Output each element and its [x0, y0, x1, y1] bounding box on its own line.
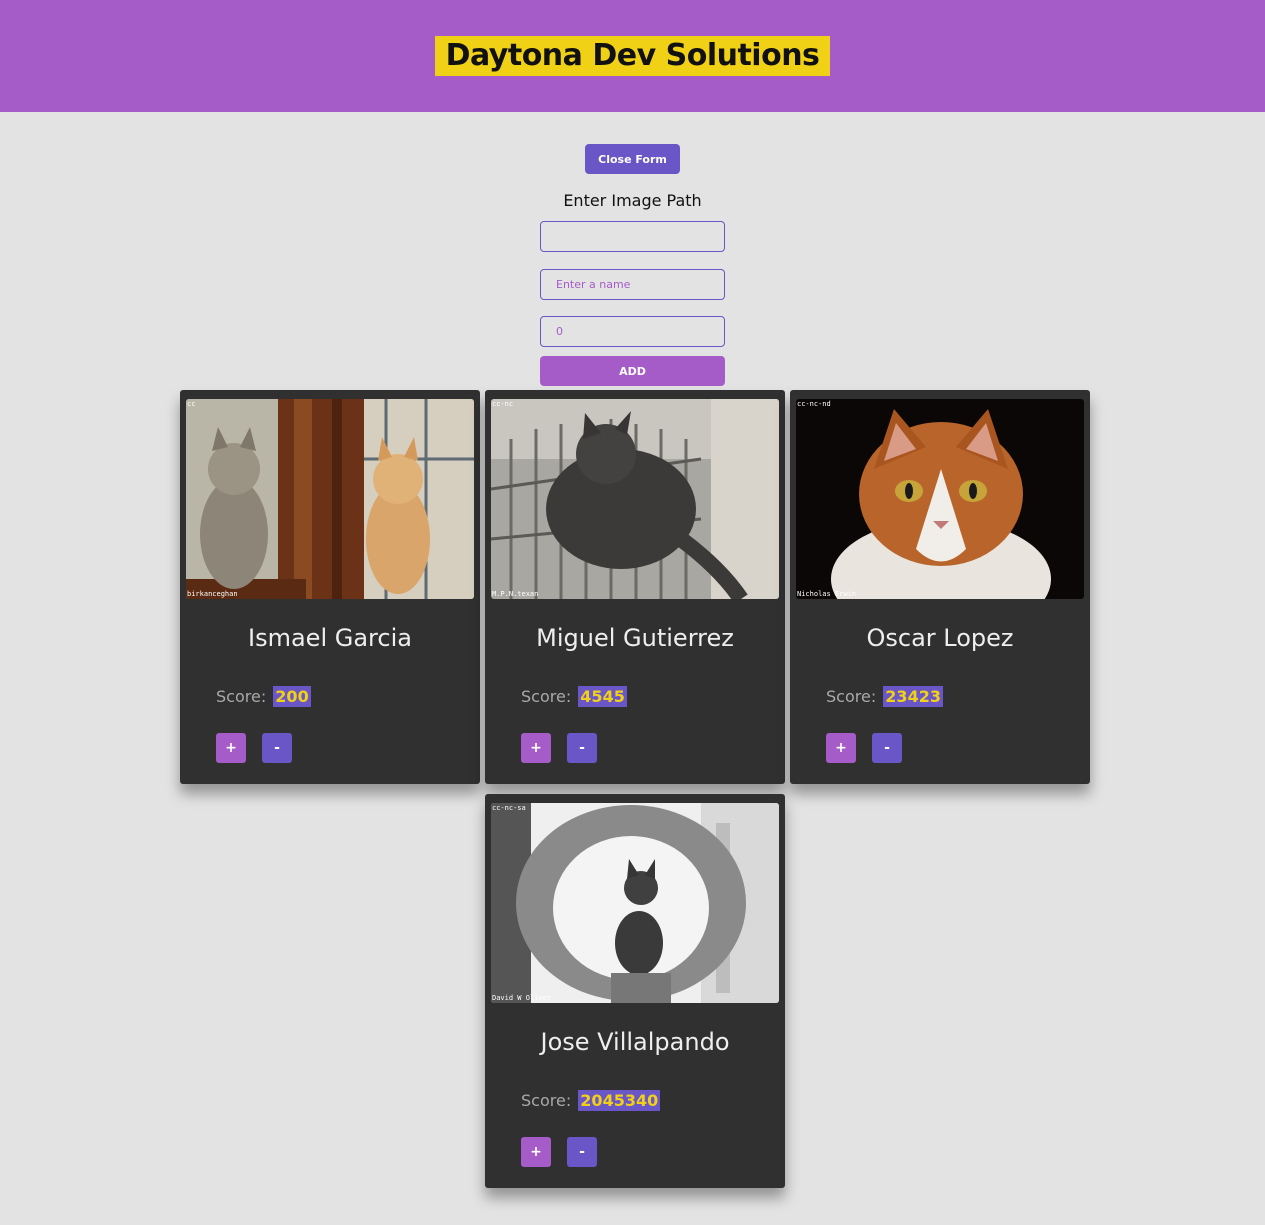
score-label: Score:	[521, 687, 572, 706]
photo-credit: David W Oliver	[492, 994, 552, 1002]
cat-photo: cc-nc M.P.N.texan	[491, 399, 779, 599]
page-title: Daytona Dev Solutions	[435, 36, 830, 76]
cat-photo: cc-nc-sa David W Oliver	[491, 803, 779, 1003]
score-input[interactable]	[540, 316, 725, 347]
close-form-button[interactable]: Close Form	[585, 144, 680, 174]
photo-credit: Nicholas Erwin	[797, 590, 857, 598]
decrement-button[interactable]: -	[567, 1137, 597, 1167]
license-label: cc-nc-nd	[797, 400, 831, 408]
image-path-label: Enter Image Path	[563, 191, 702, 210]
name-input[interactable]	[540, 269, 725, 300]
player-card: cc-nc-nd Nicholas Erwin Oscar Lopez Scor…	[790, 390, 1090, 784]
decrement-button[interactable]: -	[567, 733, 597, 763]
player-card: cc-nc-sa David W Oliver Jose Villalpando…	[485, 794, 785, 1188]
score-value: 23423	[883, 686, 943, 707]
score-row: Score: 4545	[521, 686, 627, 707]
score-row: Score: 23423	[826, 686, 943, 707]
score-value: 200	[273, 686, 311, 707]
score-label: Score:	[826, 687, 877, 706]
license-label: cc-nc-sa	[492, 804, 526, 812]
add-button[interactable]: ADD	[540, 356, 725, 386]
decrement-button[interactable]: -	[262, 733, 292, 763]
score-label: Score:	[216, 687, 267, 706]
image-path-input[interactable]	[540, 221, 725, 252]
score-row: Score: 200	[216, 686, 311, 707]
cat-photo: cc-nc-nd Nicholas Erwin	[796, 399, 1084, 599]
photo-credit: birkanceghan	[187, 590, 238, 598]
license-label: cc-nc	[492, 400, 514, 408]
player-card: cc birkanceghan Ismael Garcia Score: 200…	[180, 390, 480, 784]
score-value: 4545	[578, 686, 627, 707]
score-row: Score: 2045340	[521, 1090, 661, 1111]
player-name: Oscar Lopez	[866, 624, 1014, 652]
score-label: Score:	[521, 1091, 572, 1110]
increment-button[interactable]: +	[521, 1137, 551, 1167]
page-header: Daytona Dev Solutions	[0, 0, 1265, 112]
player-name: Miguel Gutierrez	[536, 624, 734, 652]
cat-photo: cc birkanceghan	[186, 399, 474, 599]
photo-credit: M.P.N.texan	[492, 590, 539, 598]
player-card: cc-nc M.P.N.texan Miguel Gutierrez Score…	[485, 390, 785, 784]
score-value: 2045340	[578, 1090, 661, 1111]
increment-button[interactable]: +	[216, 733, 246, 763]
player-name: Ismael Garcia	[248, 624, 412, 652]
decrement-button[interactable]: -	[872, 733, 902, 763]
increment-button[interactable]: +	[521, 733, 551, 763]
increment-button[interactable]: +	[826, 733, 856, 763]
player-name: Jose Villalpando	[540, 1028, 730, 1056]
license-label: cc	[187, 400, 196, 408]
